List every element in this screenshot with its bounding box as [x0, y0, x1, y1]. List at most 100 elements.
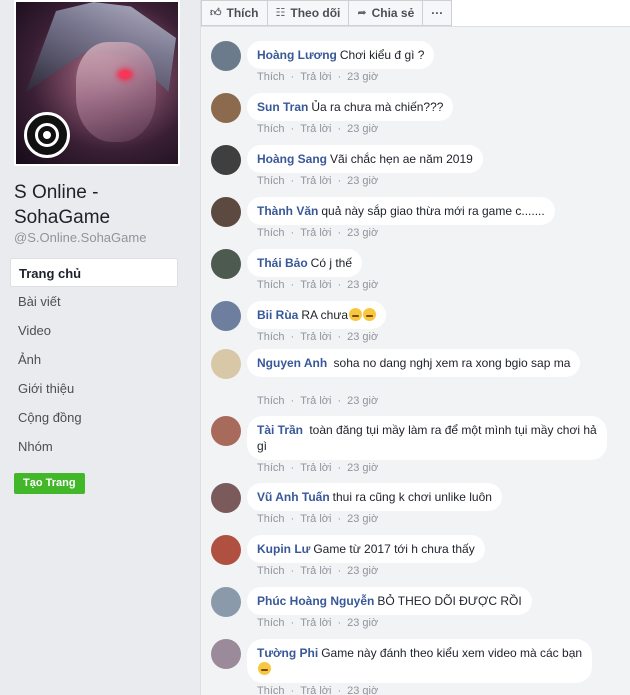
- share-arrow-icon: ➦: [357, 7, 367, 19]
- comment-reply-link[interactable]: Trả lời: [300, 279, 331, 291]
- comment-item: Sun Tran Ủa ra chưa mà chiến??? Thích · Trả …: [211, 93, 621, 145]
- nav-item-photos[interactable]: Ảnh: [10, 345, 178, 374]
- comment-timestamp[interactable]: 23 giờ: [347, 513, 378, 525]
- meta-separator: ·: [337, 565, 342, 577]
- meta-separator: ·: [337, 513, 342, 525]
- comment-author-link[interactable]: Bii Rùa: [257, 308, 298, 322]
- comment-timestamp[interactable]: 23 giờ: [347, 227, 378, 239]
- comment-timestamp[interactable]: 23 giờ: [347, 462, 378, 474]
- follow-page-button[interactable]: ☷ Theo dõi: [267, 0, 350, 26]
- meta-separator: ·: [290, 123, 295, 135]
- commenter-avatar[interactable]: [211, 145, 241, 175]
- character-face: [76, 42, 156, 142]
- comment-timestamp[interactable]: 23 giờ: [347, 279, 378, 291]
- commenter-avatar[interactable]: [211, 93, 241, 123]
- comment-meta: Thích · Trả lời · 23 giờ: [257, 462, 384, 474]
- meta-separator: ·: [337, 227, 342, 239]
- comment-like-link[interactable]: Thích: [257, 227, 285, 239]
- commenter-avatar[interactable]: [211, 301, 241, 331]
- comment-reply-link[interactable]: Trả lời: [300, 175, 331, 187]
- comment-reply-link[interactable]: Trả lời: [300, 685, 331, 695]
- more-options-button[interactable]: ···: [423, 0, 453, 26]
- comment-reply-link[interactable]: Trả lời: [300, 227, 331, 239]
- comment-author-link[interactable]: Tài Trần: [257, 423, 303, 437]
- create-page-button[interactable]: Tạo Trang: [14, 473, 85, 494]
- comment-reply-link[interactable]: Trả lời: [300, 395, 331, 407]
- comment-timestamp[interactable]: 23 giờ: [347, 395, 378, 407]
- comment-timestamp[interactable]: 23 giờ: [347, 175, 378, 187]
- comment-author-link[interactable]: Hoàng Sang: [257, 152, 327, 166]
- nav-item-about[interactable]: Giới thiệu: [10, 374, 178, 403]
- commenter-avatar[interactable]: [211, 535, 241, 565]
- comment-like-link[interactable]: Thích: [257, 279, 285, 291]
- comment-reply-link[interactable]: Trả lời: [300, 331, 331, 343]
- meta-separator: ·: [290, 227, 295, 239]
- comment-author-link[interactable]: Thành Văn: [257, 204, 318, 218]
- comment-bubble: Thành Văn quả này sắp giao thừa mới ra ga…: [247, 197, 555, 225]
- meta-separator: ·: [337, 123, 342, 135]
- comment-bubble: Sun Tran Ủa ra chưa mà chiến???: [247, 93, 454, 121]
- meta-separator: ·: [290, 175, 295, 187]
- comment-reply-link[interactable]: Trả lời: [300, 123, 331, 135]
- nav-item-video[interactable]: Video: [10, 316, 178, 345]
- comment-like-link[interactable]: Thích: [257, 565, 285, 577]
- commenter-avatar[interactable]: [211, 249, 241, 279]
- commenter-avatar[interactable]: [211, 416, 241, 446]
- comment-bubble: Phúc Hoàng Nguyễn BỎ THEO DÕI ĐƯỢC RỒI: [247, 587, 532, 615]
- comment-reply-link[interactable]: Trả lời: [300, 462, 331, 474]
- comment-reply-link[interactable]: Trả lời: [300, 513, 331, 525]
- comment-timestamp[interactable]: 23 giờ: [347, 71, 378, 83]
- commenter-avatar[interactable]: [211, 41, 241, 71]
- meta-separator: ·: [290, 513, 295, 525]
- commenter-avatar[interactable]: [211, 639, 241, 669]
- meta-separator: ·: [290, 462, 295, 474]
- comment-like-link[interactable]: Thích: [257, 175, 285, 187]
- comment-author-link[interactable]: Thái Bảo: [257, 256, 308, 270]
- comment-timestamp[interactable]: 23 giờ: [347, 617, 378, 629]
- comment-like-link[interactable]: Thích: [257, 685, 285, 695]
- commenter-avatar[interactable]: [211, 349, 241, 379]
- like-page-button[interactable]: 👍︎ Thích: [201, 0, 268, 26]
- comment-item: Thành Văn quả này sắp giao thừa mới ra ga…: [211, 197, 621, 249]
- nav-item-groups[interactable]: Nhóm: [10, 432, 178, 461]
- comment-timestamp[interactable]: 23 giờ: [347, 565, 378, 577]
- comment-author-link[interactable]: Vũ Anh Tuấn: [257, 490, 330, 504]
- meta-separator: ·: [337, 617, 342, 629]
- commenter-avatar[interactable]: [211, 197, 241, 227]
- comment-like-link[interactable]: Thích: [257, 395, 285, 407]
- comment-reply-link[interactable]: Trả lời: [300, 71, 331, 83]
- page-profile-picture[interactable]: [14, 0, 180, 166]
- commenter-avatar[interactable]: [211, 587, 241, 617]
- page-handle: @S.Online.SohaGame: [14, 230, 147, 245]
- nav-item-home[interactable]: Trang chủ: [10, 258, 178, 287]
- meta-separator: ·: [290, 617, 295, 629]
- share-page-button[interactable]: ➦ Chia sẻ: [349, 0, 424, 26]
- comment-author-link[interactable]: Nguyen Anh: [257, 356, 327, 370]
- comment-reply-link[interactable]: Trả lời: [300, 617, 331, 629]
- comment-author-link[interactable]: Phúc Hoàng Nguyễn: [257, 594, 374, 608]
- page-title[interactable]: S Online - SohaGame: [14, 180, 184, 230]
- comment-bubble: Vũ Anh Tuấn thui ra cũng k chơi unlike lu…: [247, 483, 502, 511]
- nav-item-community[interactable]: Cộng đồng: [10, 403, 178, 432]
- commenter-avatar[interactable]: [211, 483, 241, 513]
- comment-like-link[interactable]: Thích: [257, 462, 285, 474]
- comment-timestamp[interactable]: 23 giờ: [347, 331, 378, 343]
- nav-item-posts[interactable]: Bài viết: [10, 287, 178, 316]
- comment-item: Thái Bảo Có j thế Thích · Trả lời · 23 giờ: [211, 249, 621, 301]
- comment-author-link[interactable]: Kupin Lư: [257, 542, 310, 556]
- comment-like-link[interactable]: Thích: [257, 71, 285, 83]
- comment-like-link[interactable]: Thích: [257, 331, 285, 343]
- page-sidebar: S Online - SohaGame @S.Online.SohaGame T…: [0, 0, 190, 695]
- comment-meta: Thích · Trả lời · 23 giờ: [257, 395, 384, 407]
- comment-like-link[interactable]: Thích: [257, 617, 285, 629]
- comment-timestamp[interactable]: 23 giờ: [347, 685, 378, 695]
- comment-timestamp[interactable]: 23 giờ: [347, 123, 378, 135]
- comment-author-link[interactable]: Sun Tran: [257, 100, 308, 114]
- comment-bubble: Bii Rùa RA chưa: [247, 301, 387, 329]
- comment-like-link[interactable]: Thích: [257, 123, 285, 135]
- comment-reply-link[interactable]: Trả lời: [300, 565, 331, 577]
- comment-like-link[interactable]: Thích: [257, 513, 285, 525]
- main-panel: 👍︎ Thích ☷ Theo dõi ➦ Chia sẻ ··· Hoàng …: [200, 0, 630, 695]
- comment-author-link[interactable]: Tường Phi: [257, 646, 318, 660]
- comment-author-link[interactable]: Hoàng Lương: [257, 48, 337, 62]
